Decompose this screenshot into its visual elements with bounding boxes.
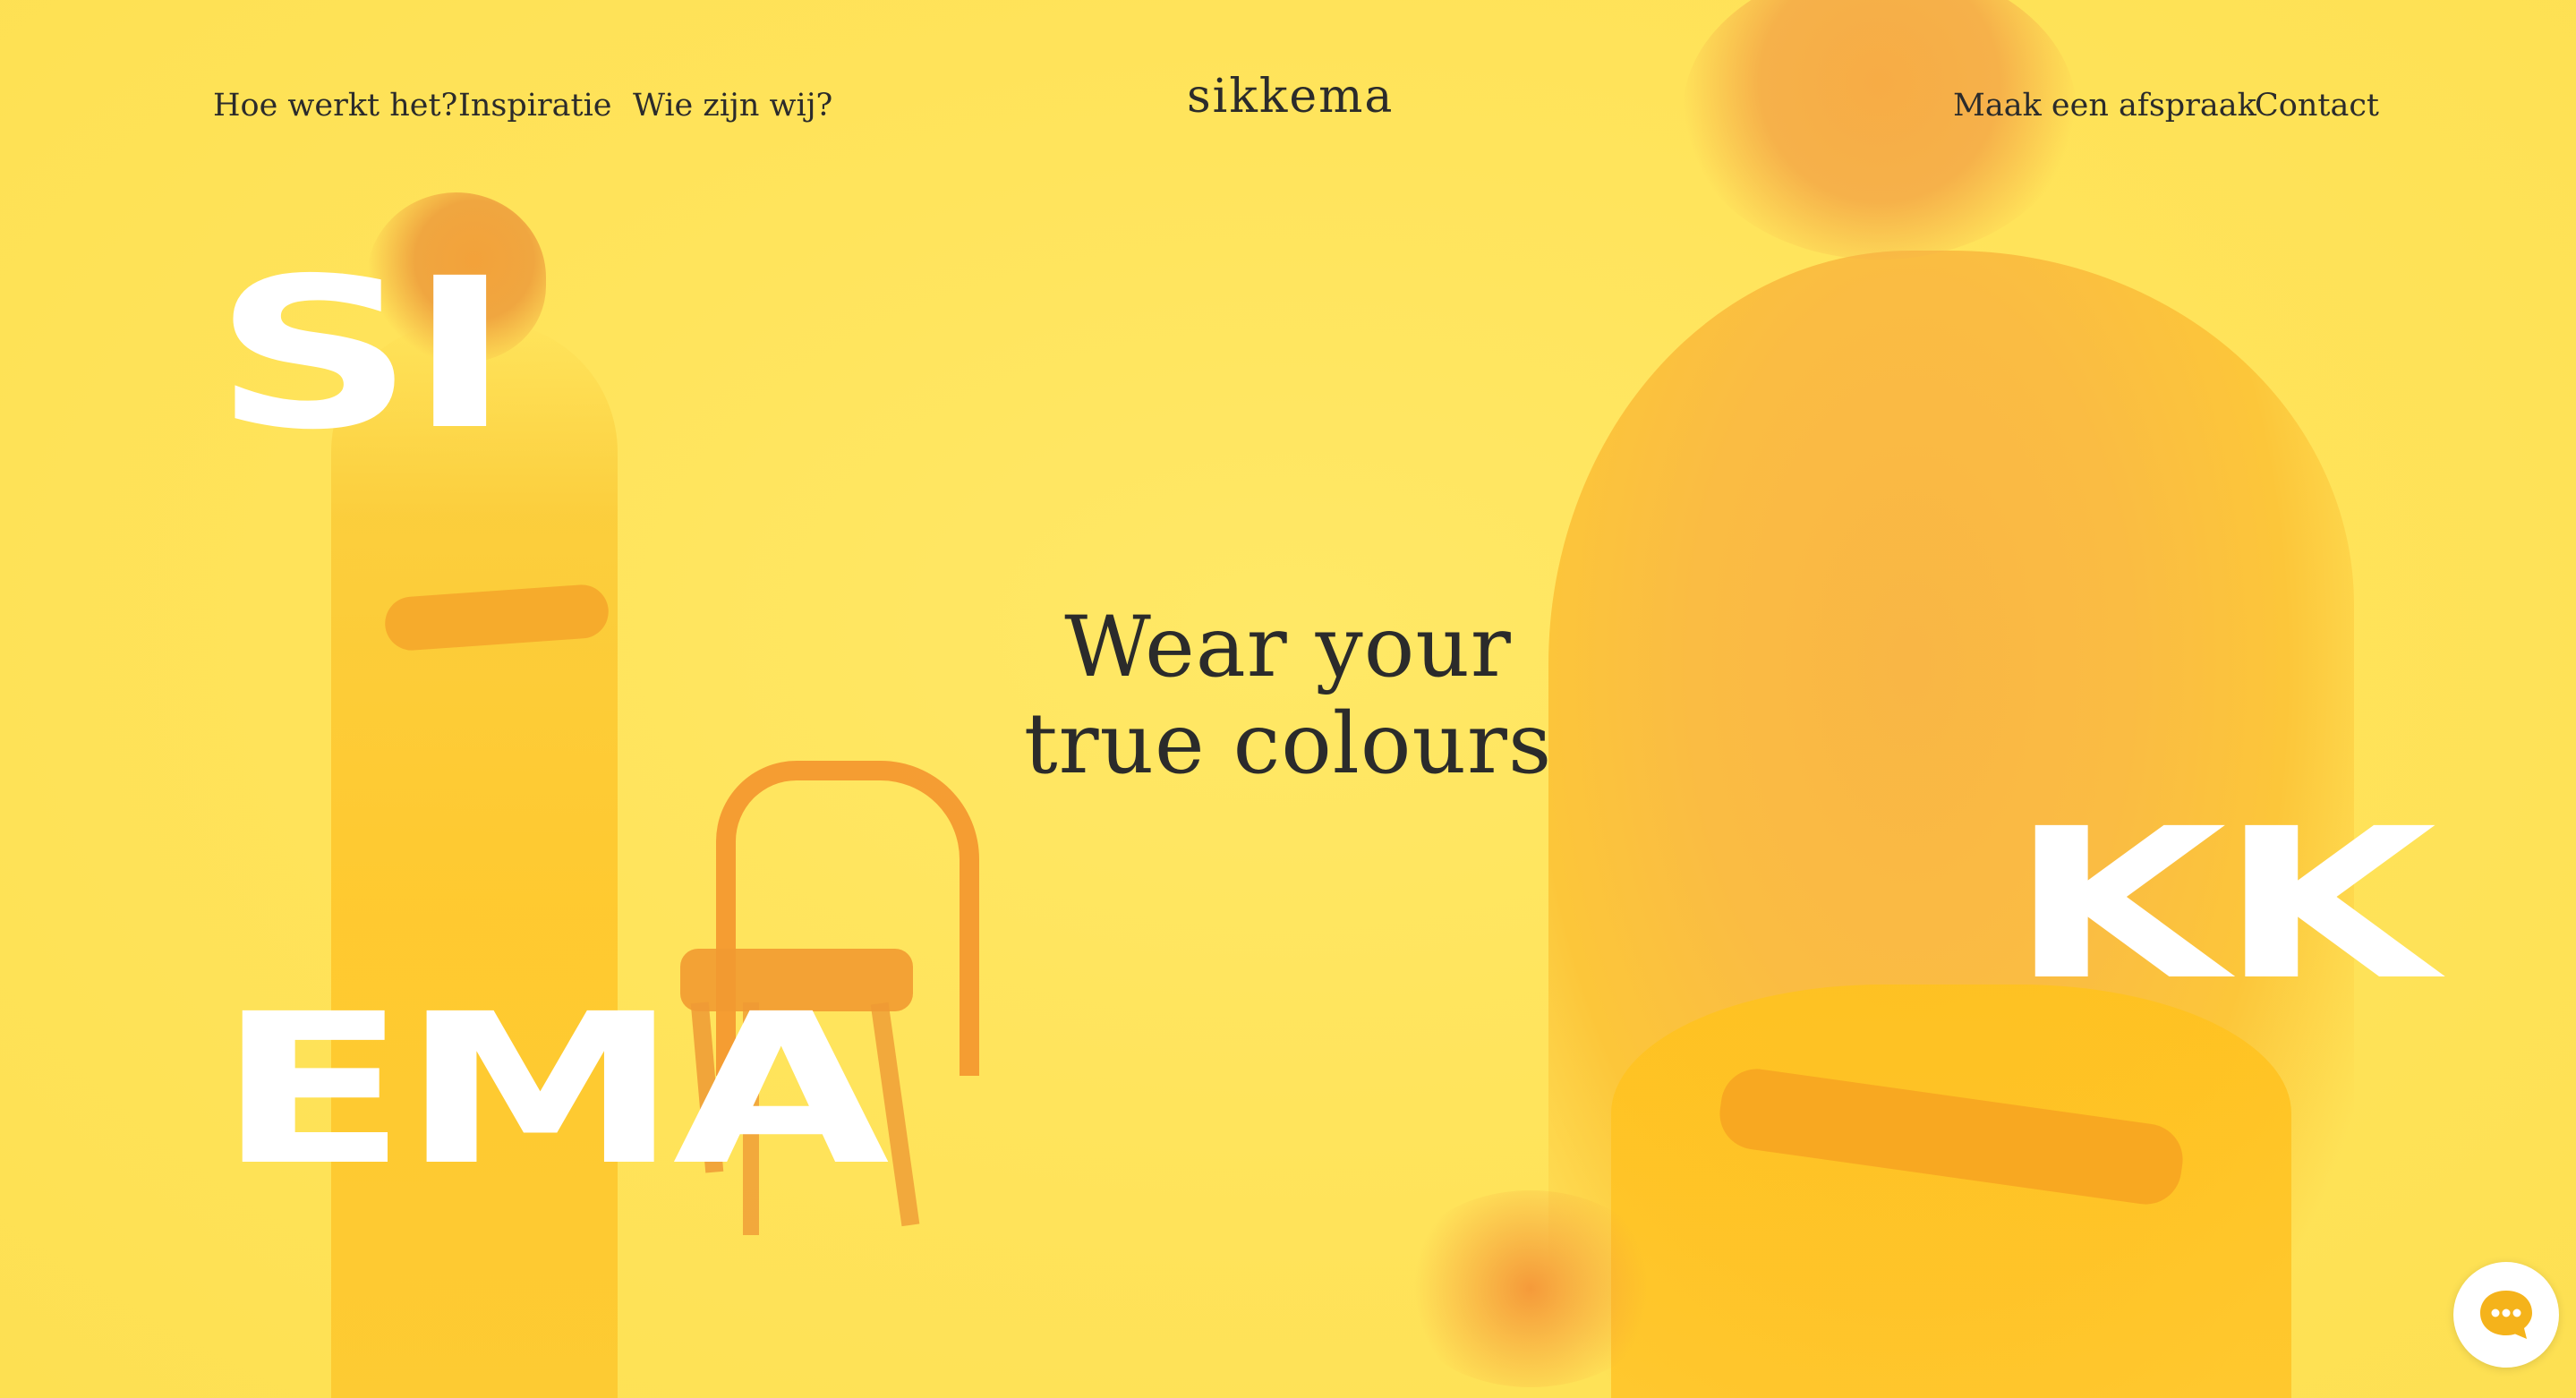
left-model-figure xyxy=(331,322,618,1398)
nav-link-inspiratie[interactable]: Inspiratie xyxy=(458,88,612,124)
nav-link-contact[interactable]: Contact xyxy=(2255,88,2379,124)
tagline-line-1: Wear your xyxy=(1064,599,1512,696)
right-model-hands xyxy=(1396,1190,1665,1387)
right-model-head xyxy=(1683,0,2077,260)
chat-bubble-icon xyxy=(2480,1291,2532,1339)
brand-letters-si: SI xyxy=(213,234,512,475)
right-model-dress xyxy=(1611,985,2291,1398)
logo[interactable]: sikkema xyxy=(1187,70,1394,124)
brand-letters-ema: EMA xyxy=(217,969,890,1211)
nav-link-wie-zijn-wij[interactable]: Wie zijn wij? xyxy=(633,88,832,124)
brand-letters-kk: KK xyxy=(2009,784,2436,1026)
hero-tagline: Wear your true colours xyxy=(975,600,1601,793)
chat-button[interactable] xyxy=(2453,1262,2559,1368)
tagline-line-2: true colours xyxy=(1023,695,1553,793)
hero-section: Hoe werkt het? Inspiratie Wie zijn wij? … xyxy=(0,0,2576,1398)
nav-link-maak-een-afspraak[interactable]: Maak een afspraak xyxy=(1953,88,2256,124)
nav-link-hoe-werkt-het[interactable]: Hoe werkt het? xyxy=(213,88,457,124)
